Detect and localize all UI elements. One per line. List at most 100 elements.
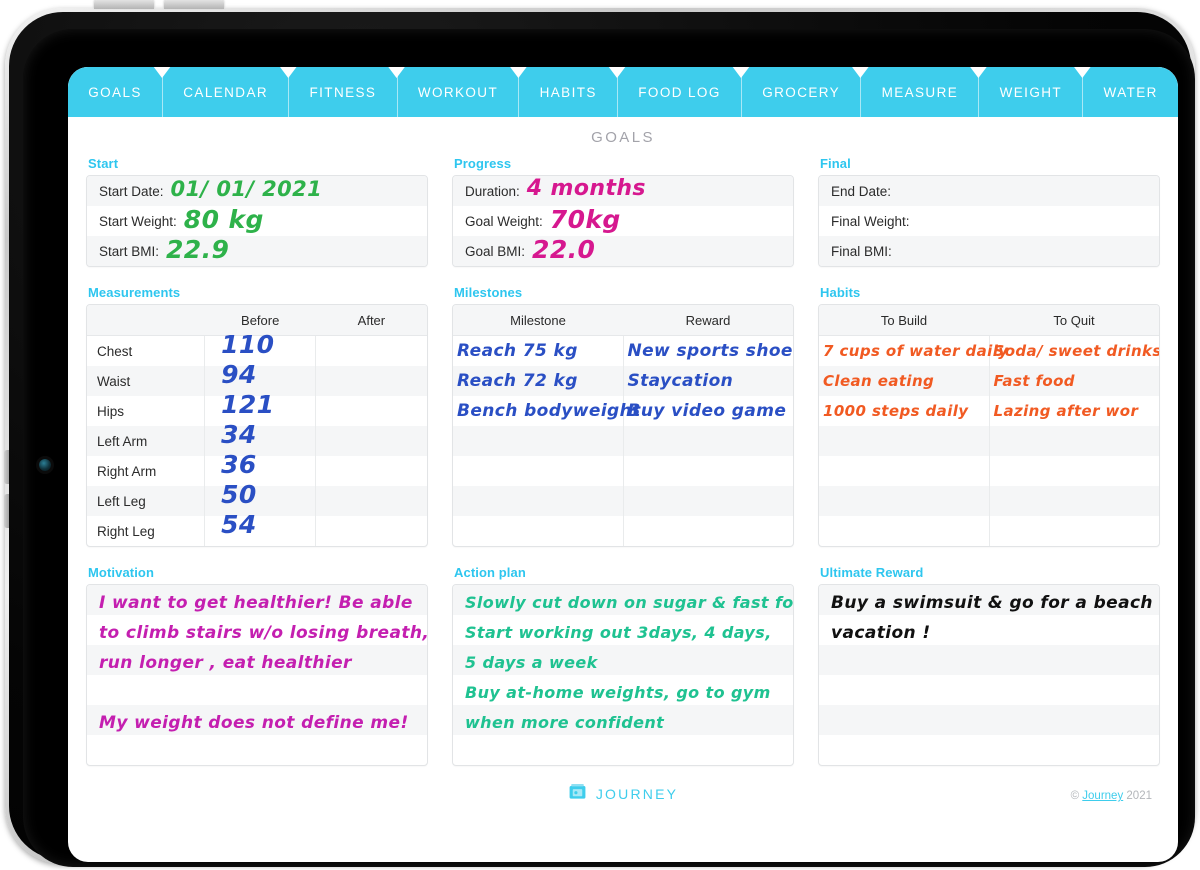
measurement-after[interactable] <box>315 396 427 426</box>
cell-right[interactable] <box>988 456 1159 486</box>
cell-left[interactable] <box>819 456 989 486</box>
table-row[interactable]: Bench bodyweight Buy video game <box>453 396 793 426</box>
measurement-before[interactable]: 121 <box>204 392 316 426</box>
cell-right[interactable]: Staycation <box>622 366 793 396</box>
action-plan-card[interactable]: Slowly cut down on sugar & fast food Star… <box>452 584 794 766</box>
measurement-after[interactable] <box>315 456 427 486</box>
measurement-before[interactable]: 50 <box>204 482 316 516</box>
cell-left[interactable]: Bench bodyweight <box>453 396 640 426</box>
measurement-before[interactable]: 54 <box>204 512 316 546</box>
tab-workout[interactable]: WORKOUT <box>397 67 528 117</box>
kv-row[interactable]: End Date: <box>819 176 1159 206</box>
cell-left[interactable] <box>453 426 623 456</box>
habits-card[interactable]: To Build To Quit 7 cups of water daily Soda… <box>818 304 1160 547</box>
table-row[interactable]: Waist 94 <box>87 362 427 396</box>
kv-row[interactable]: Start BMI: 22.9 <box>87 236 427 266</box>
start-card[interactable]: Start Date: 01/ 01/ 2021 Start Weight: 80 k… <box>86 175 428 267</box>
cell-right[interactable] <box>988 486 1159 516</box>
tab-water[interactable]: WATER <box>1083 67 1178 117</box>
table-row[interactable]: 7 cups of water daily Soda/ sweet drinks <box>819 335 1159 367</box>
table-row[interactable]: 1000 steps daily Lazing after wor <box>819 396 1159 426</box>
table-row[interactable]: Clean eating Fast food <box>819 366 1159 396</box>
measurement-before[interactable]: 94 <box>204 362 316 396</box>
tab-habits[interactable]: HABITS <box>519 67 627 117</box>
kv-row[interactable]: Duration: 4 months <box>453 176 793 206</box>
cell-right[interactable]: New sports shoes <box>622 335 793 366</box>
cell-right[interactable] <box>622 456 793 486</box>
measurement-after[interactable] <box>315 366 427 396</box>
table-row[interactable]: Hips 121 <box>87 392 427 426</box>
kv-row[interactable]: Start Weight: 80 kg <box>87 206 427 236</box>
table-row[interactable] <box>453 456 793 486</box>
habits-table[interactable]: To Build To Quit 7 cups of water daily Soda… <box>819 305 1159 546</box>
cell-right[interactable]: Buy video game <box>622 396 793 426</box>
tab-calendar[interactable]: CALENDAR <box>163 67 298 117</box>
cell-left[interactable] <box>453 486 623 516</box>
measurement-before[interactable]: 36 <box>204 452 316 486</box>
cell-left[interactable]: Reach 72 kg <box>453 366 623 396</box>
tab-weight[interactable]: WEIGHT <box>979 67 1092 117</box>
cell-left[interactable] <box>453 516 623 546</box>
cell-right[interactable]: Lazing after wor <box>988 396 1159 426</box>
table-row[interactable]: Right Arm 36 <box>87 452 427 486</box>
final-card[interactable]: End Date: Final Weight: Final BMI: <box>818 175 1160 267</box>
table-row[interactable] <box>453 486 793 516</box>
tab-food-log[interactable]: FOOD LOG <box>618 67 750 117</box>
kv-row[interactable]: Goal Weight: 70kg <box>453 206 793 236</box>
milestones-table[interactable]: Milestone Reward Reach 75 kg New sports sho… <box>453 305 793 546</box>
volume-up-button[interactable] <box>94 0 154 9</box>
table-row[interactable]: Left Leg 50 <box>87 482 427 516</box>
cell-left[interactable]: Reach 75 kg <box>453 336 623 367</box>
cell-left[interactable]: Clean eating <box>819 366 989 396</box>
table-row[interactable] <box>819 486 1159 516</box>
table-row[interactable]: Reach 75 kg New sports shoes <box>453 335 793 367</box>
measurement-before[interactable]: 110 <box>204 332 316 366</box>
measurement-after[interactable] <box>315 486 427 516</box>
table-row[interactable] <box>819 456 1159 486</box>
tab-grocery[interactable]: GROCERY <box>742 67 870 117</box>
measurement-after[interactable] <box>315 335 427 366</box>
table-row[interactable] <box>819 516 1159 546</box>
table-row[interactable]: Chest 110 <box>87 332 427 366</box>
measurements-table[interactable]: Before After Chest 110 Waist 94 Hips 121 Left Ar… <box>87 305 427 546</box>
table-row[interactable]: Reach 72 kg Staycation <box>453 366 793 396</box>
tab-fitness[interactable]: FITNESS <box>289 67 406 117</box>
volume-down-button[interactable] <box>164 0 224 9</box>
table-row[interactable] <box>819 426 1159 456</box>
cell-right[interactable] <box>622 426 793 456</box>
progress-card[interactable]: Duration: 4 months Goal Weight: 70kg Goal BM… <box>452 175 794 267</box>
cell-right[interactable] <box>988 426 1159 456</box>
action-plan-text[interactable]: Slowly cut down on sugar & fast food Star… <box>453 585 793 765</box>
cell-left[interactable]: 1000 steps daily <box>819 396 989 426</box>
cell-left[interactable] <box>819 426 989 456</box>
cell-right[interactable]: Fast food <box>988 366 1159 396</box>
motivation-text[interactable]: I want to get healthier! Be able to climb… <box>87 585 427 765</box>
brand[interactable]: JOURNEY <box>568 782 678 806</box>
cell-left[interactable]: 7 cups of water daily <box>819 336 1008 367</box>
ultimate-reward-text[interactable]: Buy a swimsuit & go for a beach vacation … <box>819 585 1159 765</box>
cell-left[interactable] <box>819 486 989 516</box>
table-row[interactable]: Left Arm 34 <box>87 422 427 456</box>
kv-row[interactable]: Start Date: 01/ 01/ 2021 <box>87 176 427 206</box>
cell-right[interactable]: Soda/ sweet drinks <box>988 335 1159 366</box>
ultimate-reward-card[interactable]: Buy a swimsuit & go for a beach vacation … <box>818 584 1160 766</box>
table-row[interactable]: Right Leg 54 <box>87 512 427 546</box>
kv-row[interactable]: Goal BMI: 22.0 <box>453 236 793 266</box>
table-row[interactable] <box>453 516 793 546</box>
tab-measure[interactable]: MEASURE <box>861 67 988 117</box>
measurements-card[interactable]: Before After Chest 110 Waist 94 Hips 121 Left Ar… <box>86 304 428 547</box>
motivation-card[interactable]: I want to get healthier! Be able to climb… <box>86 584 428 766</box>
kv-row[interactable]: Final BMI: <box>819 236 1159 266</box>
milestones-card[interactable]: Milestone Reward Reach 75 kg New sports sho… <box>452 304 794 547</box>
measurement-before[interactable]: 34 <box>204 422 316 456</box>
cell-left[interactable] <box>819 516 989 546</box>
measurement-after[interactable] <box>315 516 427 546</box>
kv-row[interactable]: Final Weight: <box>819 206 1159 236</box>
table-row[interactable] <box>453 426 793 456</box>
cell-left[interactable] <box>453 456 623 486</box>
copyright-link[interactable]: Journey <box>1082 790 1123 802</box>
cell-right[interactable] <box>622 486 793 516</box>
measurement-after[interactable] <box>315 426 427 456</box>
cell-right[interactable] <box>622 516 793 546</box>
cell-right[interactable] <box>988 516 1159 546</box>
